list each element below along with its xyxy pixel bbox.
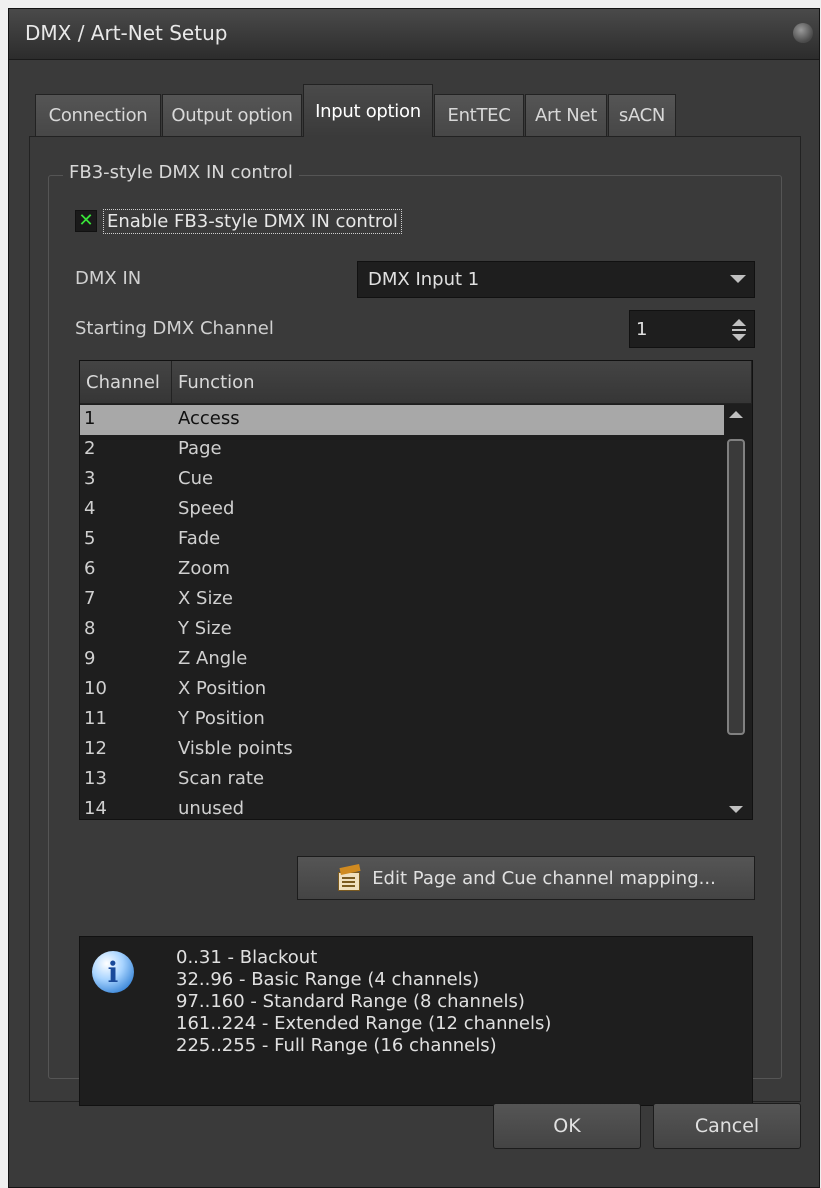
title-bar[interactable]: DMX / Art-Net Setup [9,9,819,60]
channel-function-table[interactable]: Channel Function 1 Access 2 Page 3 Cue 4 Spe… [79,360,753,820]
dmx-in-dropdown[interactable]: DMX Input 1 [357,261,755,298]
table-row[interactable]: 6 Zoom [80,555,724,585]
channel-cell: 11 [84,708,107,729]
function-cell: Z Angle [178,648,248,669]
table-row[interactable]: 11 Y Position [80,705,724,735]
function-cell: Y Size [178,618,232,639]
spin-down-icon[interactable] [732,334,746,341]
column-header-channel[interactable]: Channel [80,361,172,403]
function-cell: Page [178,438,222,459]
starting-channel-value: 1 [636,318,648,340]
table-row[interactable]: 4 Speed [80,495,724,525]
function-cell: Access [178,408,240,429]
dmx-in-value: DMX Input 1 [368,269,480,290]
table-scrollbar[interactable] [724,405,748,819]
channel-cell: 8 [84,618,96,639]
chevron-down-icon[interactable] [730,275,746,283]
table-row[interactable]: 9 Z Angle [80,645,724,675]
table-header: Channel Function [80,361,752,404]
enable-fb3-label[interactable]: Enable FB3-style DMX IN control [103,208,402,234]
table-row[interactable]: 10 X Position [80,675,724,705]
function-cell: Y Position [178,708,265,729]
tab-connection[interactable]: Connection [35,94,161,136]
check-mark-icon: ✕ [78,210,94,231]
function-cell: Visble points [178,738,293,759]
edit-mapping-label: Edit Page and Cue channel mapping... [372,867,716,889]
table-row[interactable]: 14 unused [80,795,724,821]
info-icon: i [92,951,134,993]
close-orb-icon[interactable] [793,23,813,43]
column-header-function[interactable]: Function [172,361,752,403]
function-cell: Speed [178,498,235,519]
dmx-in-label: DMX IN [75,268,142,289]
channel-cell: 7 [84,588,96,609]
channel-cell: 1 [84,408,96,429]
tab-art-net[interactable]: Art Net [525,94,607,136]
channel-cell: 12 [84,738,107,759]
channel-cell: 2 [84,438,96,459]
table-row[interactable]: 5 Fade [80,525,724,555]
channel-cell: 13 [84,768,107,789]
enable-fb3-checkbox-row[interactable]: ✕ Enable FB3-style DMX IN control [75,207,402,235]
table-row[interactable]: 12 Visble points [80,735,724,765]
function-cell: Fade [178,528,221,549]
channel-cell: 5 [84,528,96,549]
function-cell: Zoom [178,558,230,579]
group-title: FB3-style DMX IN control [63,162,299,183]
info-lines: 0..31 - Blackout 32..96 - Basic Range (4… [176,947,551,1057]
tab-input-option[interactable]: Input option [303,84,433,137]
clapperboard-icon [336,863,361,891]
starting-channel-stepper[interactable]: 1 [629,310,755,348]
table-row[interactable]: 7 X Size [80,585,724,615]
function-cell: X Size [178,588,234,609]
channel-cell: 4 [84,498,96,519]
function-cell: Cue [178,468,214,489]
input-option-panel: FB3-style DMX IN control ✕ Enable FB3-st… [29,136,801,1106]
info-line: 225..255 - Full Range (16 channels) [176,1035,497,1056]
tab-enttec[interactable]: EntTEC [434,94,524,136]
channel-cell: 9 [84,648,96,669]
table-rows: 1 Access 2 Page 3 Cue 4 Speed 5 Fade 6 Zoom 7 X… [80,405,724,821]
scroll-up-icon[interactable] [729,411,743,418]
info-line: 32..96 - Basic Range (4 channels) [176,969,480,990]
starting-channel-label: Starting DMX Channel [75,318,274,339]
spin-divider [732,329,746,331]
channel-cell: 14 [84,798,107,819]
channel-cell: 3 [84,468,96,489]
function-cell: Scan rate [178,768,265,789]
info-line: 0..31 - Blackout [176,947,318,968]
info-line: 161..224 - Extended Range (12 channels) [176,1013,552,1034]
scroll-thumb[interactable] [727,439,745,735]
edit-page-cue-mapping-button[interactable]: Edit Page and Cue channel mapping... [297,856,755,900]
spin-up-icon[interactable] [732,319,746,326]
channel-cell: 6 [84,558,96,579]
ok-button[interactable]: OK [493,1103,641,1149]
tab-output-option[interactable]: Output option [162,94,302,136]
table-row[interactable]: 3 Cue [80,465,724,495]
window-title: DMX / Art-Net Setup [25,21,228,45]
info-line: 97..160 - Standard Range (8 channels) [176,991,525,1012]
table-row[interactable]: 1 Access [80,405,724,435]
table-row[interactable]: 8 Y Size [80,615,724,645]
function-cell: unused [178,798,245,819]
tab-sacn[interactable]: sACN [608,94,676,136]
enable-fb3-checkbox[interactable]: ✕ [75,210,97,232]
table-row[interactable]: 2 Page [80,435,724,465]
cancel-button[interactable]: Cancel [653,1103,801,1149]
scroll-down-icon[interactable] [729,806,743,813]
table-row[interactable]: 13 Scan rate [80,765,724,795]
info-box: i 0..31 - Blackout 32..96 - Basic Range … [79,936,753,1106]
fb3-dmx-in-group: FB3-style DMX IN control ✕ Enable FB3-st… [48,162,782,1106]
channel-cell: 10 [84,678,107,699]
function-cell: X Position [178,678,267,699]
dmx-artnet-setup-dialog: DMX / Art-Net Setup Connection Output op… [8,8,820,1188]
